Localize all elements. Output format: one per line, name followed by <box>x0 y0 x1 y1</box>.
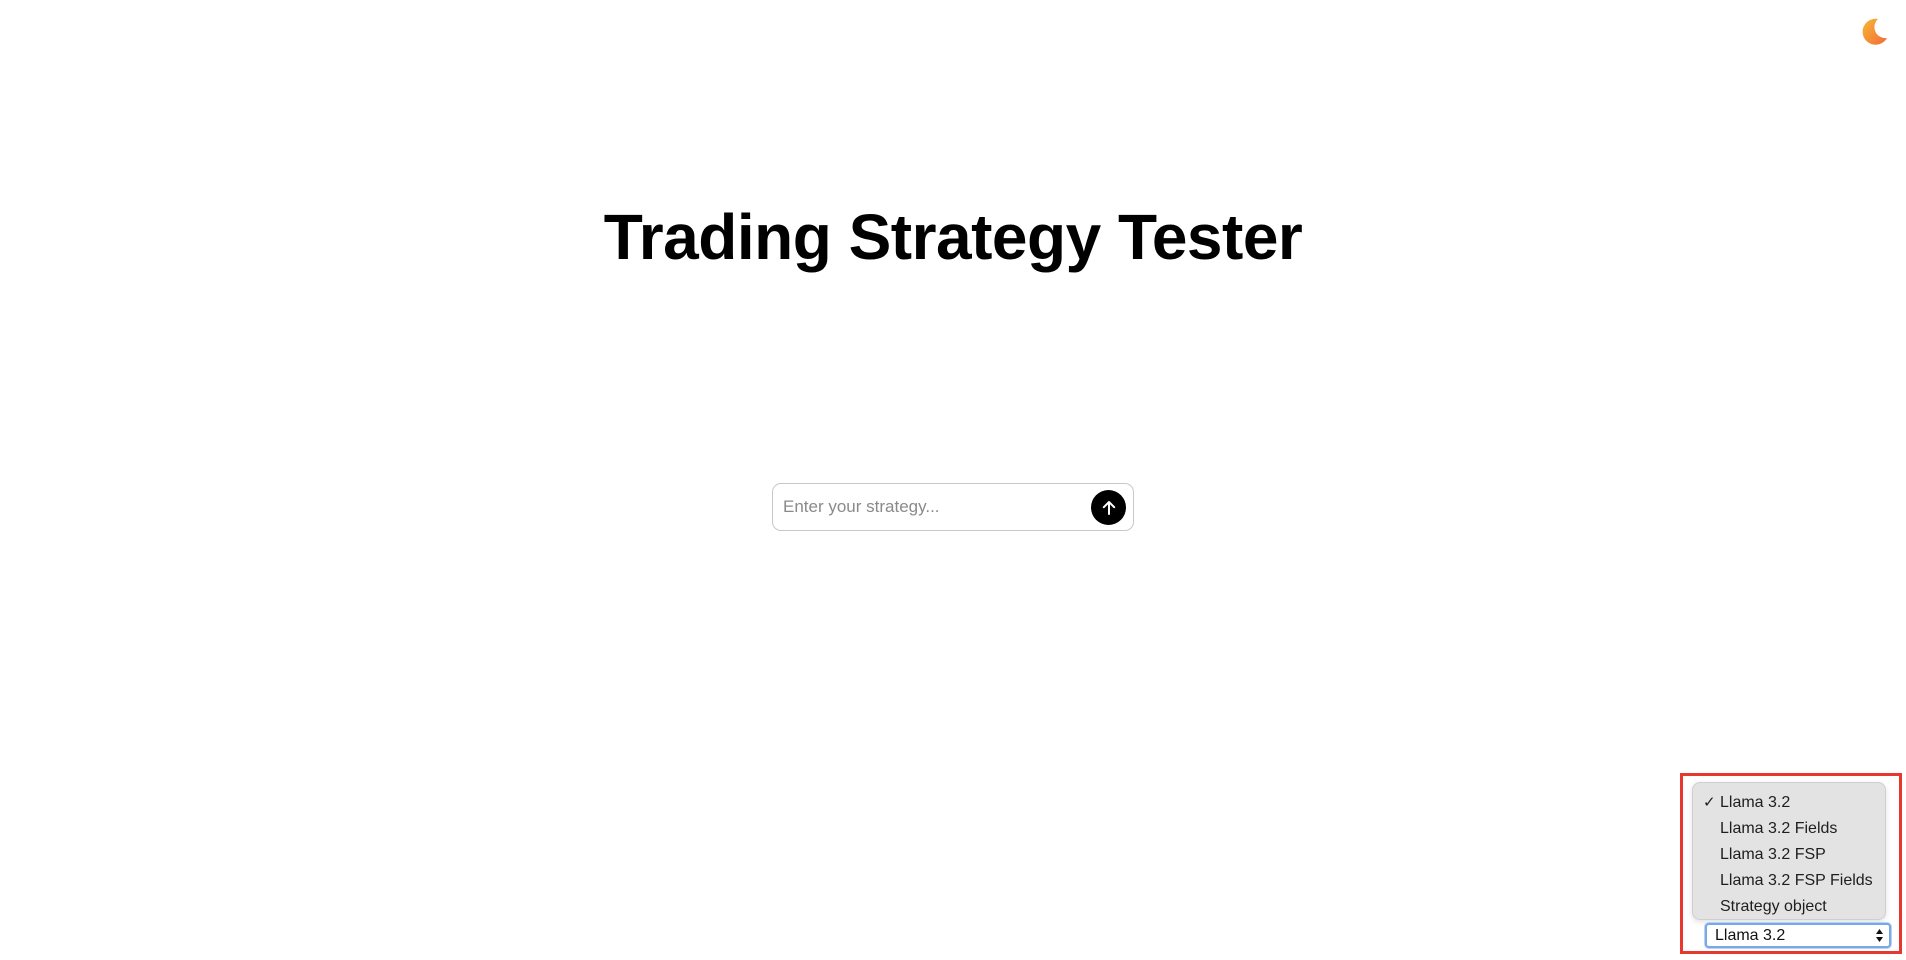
checkmark-icon: ✓ <box>1703 794 1716 811</box>
arrow-up-icon <box>1102 500 1115 515</box>
page: Trading Strategy Tester ✓ Llama 3.2 Llam… <box>0 0 1906 960</box>
menu-item-strategy-object[interactable]: Strategy object <box>1693 894 1885 920</box>
model-select[interactable]: Llama 3.2 <box>1705 923 1891 948</box>
model-dropdown-menu: ✓ Llama 3.2 Llama 3.2 Fields Llama 3.2 F… <box>1692 782 1886 920</box>
strategy-input-container <box>772 483 1134 531</box>
menu-item-label: Llama 3.2 <box>1720 794 1791 811</box>
page-title: Trading Strategy Tester <box>603 201 1303 273</box>
menu-item-label: Strategy object <box>1720 898 1827 915</box>
menu-item-label: Llama 3.2 FSP Fields <box>1720 872 1873 889</box>
send-button[interactable] <box>1091 490 1126 525</box>
menu-item-llama-3-2[interactable]: ✓ Llama 3.2 <box>1693 790 1885 816</box>
menu-item-llama-3-2-fsp-fields[interactable]: Llama 3.2 FSP Fields <box>1693 868 1885 894</box>
theme-toggle-button[interactable] <box>1856 14 1892 50</box>
select-arrows-icon <box>1876 929 1883 942</box>
menu-item-llama-3-2-fsp[interactable]: Llama 3.2 FSP <box>1693 842 1885 868</box>
strategy-input[interactable] <box>783 484 1083 530</box>
menu-item-label: Llama 3.2 Fields <box>1720 820 1838 837</box>
model-select-value: Llama 3.2 <box>1715 927 1786 944</box>
menu-item-label: Llama 3.2 FSP <box>1720 846 1826 863</box>
moon-icon <box>1862 18 1887 45</box>
menu-item-llama-3-2-fields[interactable]: Llama 3.2 Fields <box>1693 816 1885 842</box>
